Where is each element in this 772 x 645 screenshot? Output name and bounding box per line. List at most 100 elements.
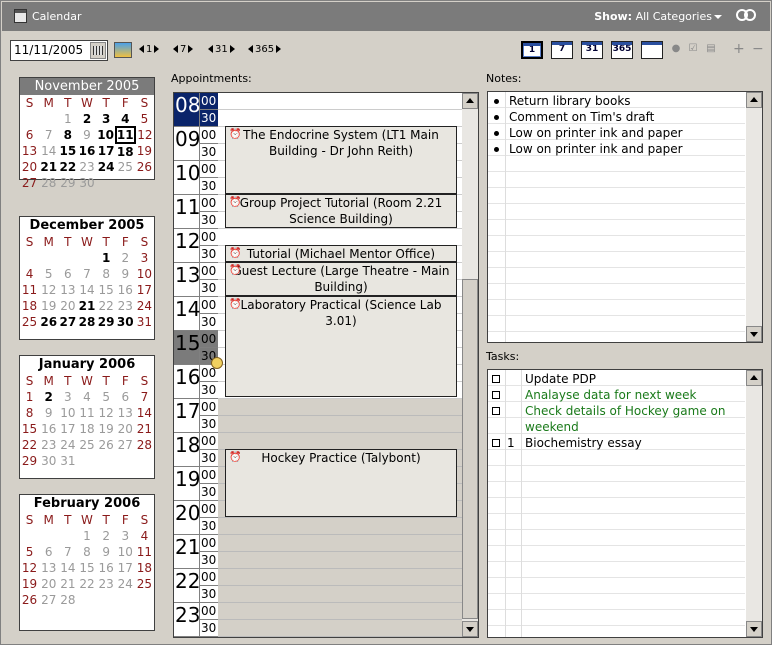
day-cell[interactable]: 6 — [116, 389, 135, 405]
day-cell[interactable]: 15 — [58, 143, 77, 159]
day-cell[interactable]: 31 — [58, 453, 77, 469]
day-cell[interactable]: 17 — [135, 282, 154, 298]
day-cell[interactable]: 1 — [97, 250, 116, 266]
day-cell[interactable]: 8 — [20, 405, 39, 421]
day-cell[interactable]: 17 — [97, 143, 116, 159]
date-picker-icon[interactable] — [90, 42, 106, 59]
time-slot[interactable] — [218, 229, 464, 246]
day-cell[interactable]: 2 — [116, 250, 135, 266]
day-cell[interactable]: 25 — [20, 314, 39, 330]
day-view-button[interactable]: 1 — [521, 41, 543, 59]
day-cell[interactable]: 18 — [135, 560, 154, 576]
tasks-list[interactable]: Update PDP Analayse data for next week Che… — [487, 369, 763, 638]
category-filter[interactable]: Show: All Categories — [594, 10, 722, 23]
day-cell[interactable]: 7 — [135, 389, 154, 405]
prev-arrow-icon[interactable] — [248, 45, 253, 53]
time-slot[interactable] — [218, 586, 464, 603]
day-cell[interactable]: 10 — [58, 405, 77, 421]
day-cell[interactable]: 23 — [77, 159, 96, 175]
scroll-up-icon[interactable] — [746, 92, 762, 108]
day-cell[interactable]: 19 — [135, 143, 154, 159]
appointment-event[interactable]: ⏰ Guest Lecture (Large Theatre - Main Bui… — [225, 262, 457, 296]
circle-icon[interactable]: ● — [671, 44, 681, 54]
day-cell[interactable]: 5 — [39, 266, 58, 282]
prev-arrow-icon[interactable] — [139, 45, 144, 53]
day-cell[interactable]: 23 — [39, 437, 58, 453]
next-arrow-icon[interactable] — [188, 45, 194, 53]
day-cell[interactable]: 8 — [58, 127, 77, 143]
day-cell[interactable]: 5 — [135, 111, 154, 127]
next-arrow-icon[interactable] — [154, 45, 160, 53]
day-cell[interactable]: 28 — [58, 592, 77, 608]
month-title[interactable]: December 2005 — [20, 217, 154, 234]
day-cell[interactable]: 26 — [97, 437, 116, 453]
day-cell[interactable]: 21 — [135, 421, 154, 437]
year-view-button[interactable]: 365 — [611, 41, 633, 59]
scroll-down-icon[interactable] — [746, 326, 762, 342]
day-cell[interactable]: 13 — [58, 282, 77, 298]
day-cell[interactable]: 22 — [77, 576, 96, 592]
day-cell[interactable]: 28 — [39, 175, 58, 191]
day-cell[interactable]: 19 — [20, 576, 39, 592]
notes-scrollbar[interactable] — [746, 92, 762, 342]
day-cell[interactable]: 1 — [20, 389, 39, 405]
month-title[interactable]: January 2006 — [20, 356, 154, 373]
day-cell[interactable]: 30 — [77, 175, 96, 191]
day-cell[interactable]: 14 — [39, 143, 58, 159]
day-cell[interactable]: 2 — [39, 389, 58, 405]
day-cell[interactable]: 31 — [135, 314, 154, 330]
day-cell[interactable]: 4 — [77, 389, 96, 405]
tasks-scrollbar[interactable] — [746, 370, 762, 637]
day-cell[interactable]: 1 — [58, 111, 77, 127]
day-cell[interactable]: 11 — [77, 405, 96, 421]
time-slot[interactable] — [218, 110, 464, 127]
jump-1-day[interactable]: 1 — [139, 44, 160, 55]
day-cell[interactable]: 20 — [20, 159, 39, 175]
prev-arrow-icon[interactable] — [173, 45, 178, 53]
day-cell[interactable]: 29 — [20, 453, 39, 469]
day-cell[interactable]: 3 — [135, 250, 154, 266]
day-cell[interactable]: 12 — [135, 127, 154, 143]
day-cell[interactable]: 28 — [77, 314, 96, 330]
appointment-event[interactable]: ⏰ Group Project Tutorial (Room 2.21 Scien… — [225, 194, 457, 228]
day-cell[interactable]: 26 — [20, 592, 39, 608]
day-cell[interactable]: 17 — [58, 421, 77, 437]
time-slot[interactable] — [218, 93, 464, 110]
day-cell[interactable]: 3 — [97, 111, 116, 127]
task-checkbox[interactable] — [492, 439, 500, 447]
day-cell[interactable]: 21 — [39, 159, 58, 175]
day-cell[interactable]: 29 — [58, 175, 77, 191]
day-cell[interactable]: 13 — [20, 143, 39, 159]
day-cell[interactable]: 12 — [39, 282, 58, 298]
task-checkbox[interactable] — [492, 391, 500, 399]
day-cell[interactable]: 5 — [20, 544, 39, 560]
day-cell[interactable]: 15 — [20, 421, 39, 437]
next-arrow-icon[interactable] — [276, 45, 282, 53]
day-cell[interactable]: 24 — [97, 159, 116, 175]
month-title[interactable]: February 2006 — [20, 495, 154, 512]
day-cell[interactable]: 24 — [58, 437, 77, 453]
scroll-down-icon[interactable] — [746, 621, 762, 637]
time-slot[interactable] — [218, 399, 464, 416]
appointment-event[interactable]: ⏰ Tutorial (Michael Mentor Office) — [225, 245, 457, 262]
scroll-thumb[interactable] — [462, 279, 478, 619]
day-cell[interactable]: 19 — [39, 298, 58, 314]
sync-icon[interactable] — [736, 9, 758, 23]
appointments-scrollbar[interactable] — [462, 93, 478, 637]
day-cell[interactable]: 16 — [97, 560, 116, 576]
appointment-event[interactable]: ⏰ Hockey Practice (Talybont) — [225, 449, 457, 517]
month-title[interactable]: November 2005 — [20, 78, 154, 95]
day-cell[interactable]: 17 — [116, 560, 135, 576]
day-cell[interactable]: 14 — [58, 560, 77, 576]
remove-icon[interactable]: − — [752, 42, 764, 56]
day-cell[interactable]: 9 — [116, 266, 135, 282]
day-cell[interactable]: 12 — [20, 560, 39, 576]
day-cell[interactable]: 20 — [58, 298, 77, 314]
appointment-event[interactable]: ⏰ Laboratory Practical (Science Lab 3.01) — [225, 296, 457, 397]
day-cell[interactable]: 22 — [97, 298, 116, 314]
day-cell[interactable]: 26 — [39, 314, 58, 330]
day-cell[interactable]: 4 — [20, 266, 39, 282]
day-cell[interactable]: 11 — [114, 126, 136, 144]
scroll-up-icon[interactable] — [746, 370, 762, 386]
day-cell[interactable]: 1 — [77, 528, 96, 544]
